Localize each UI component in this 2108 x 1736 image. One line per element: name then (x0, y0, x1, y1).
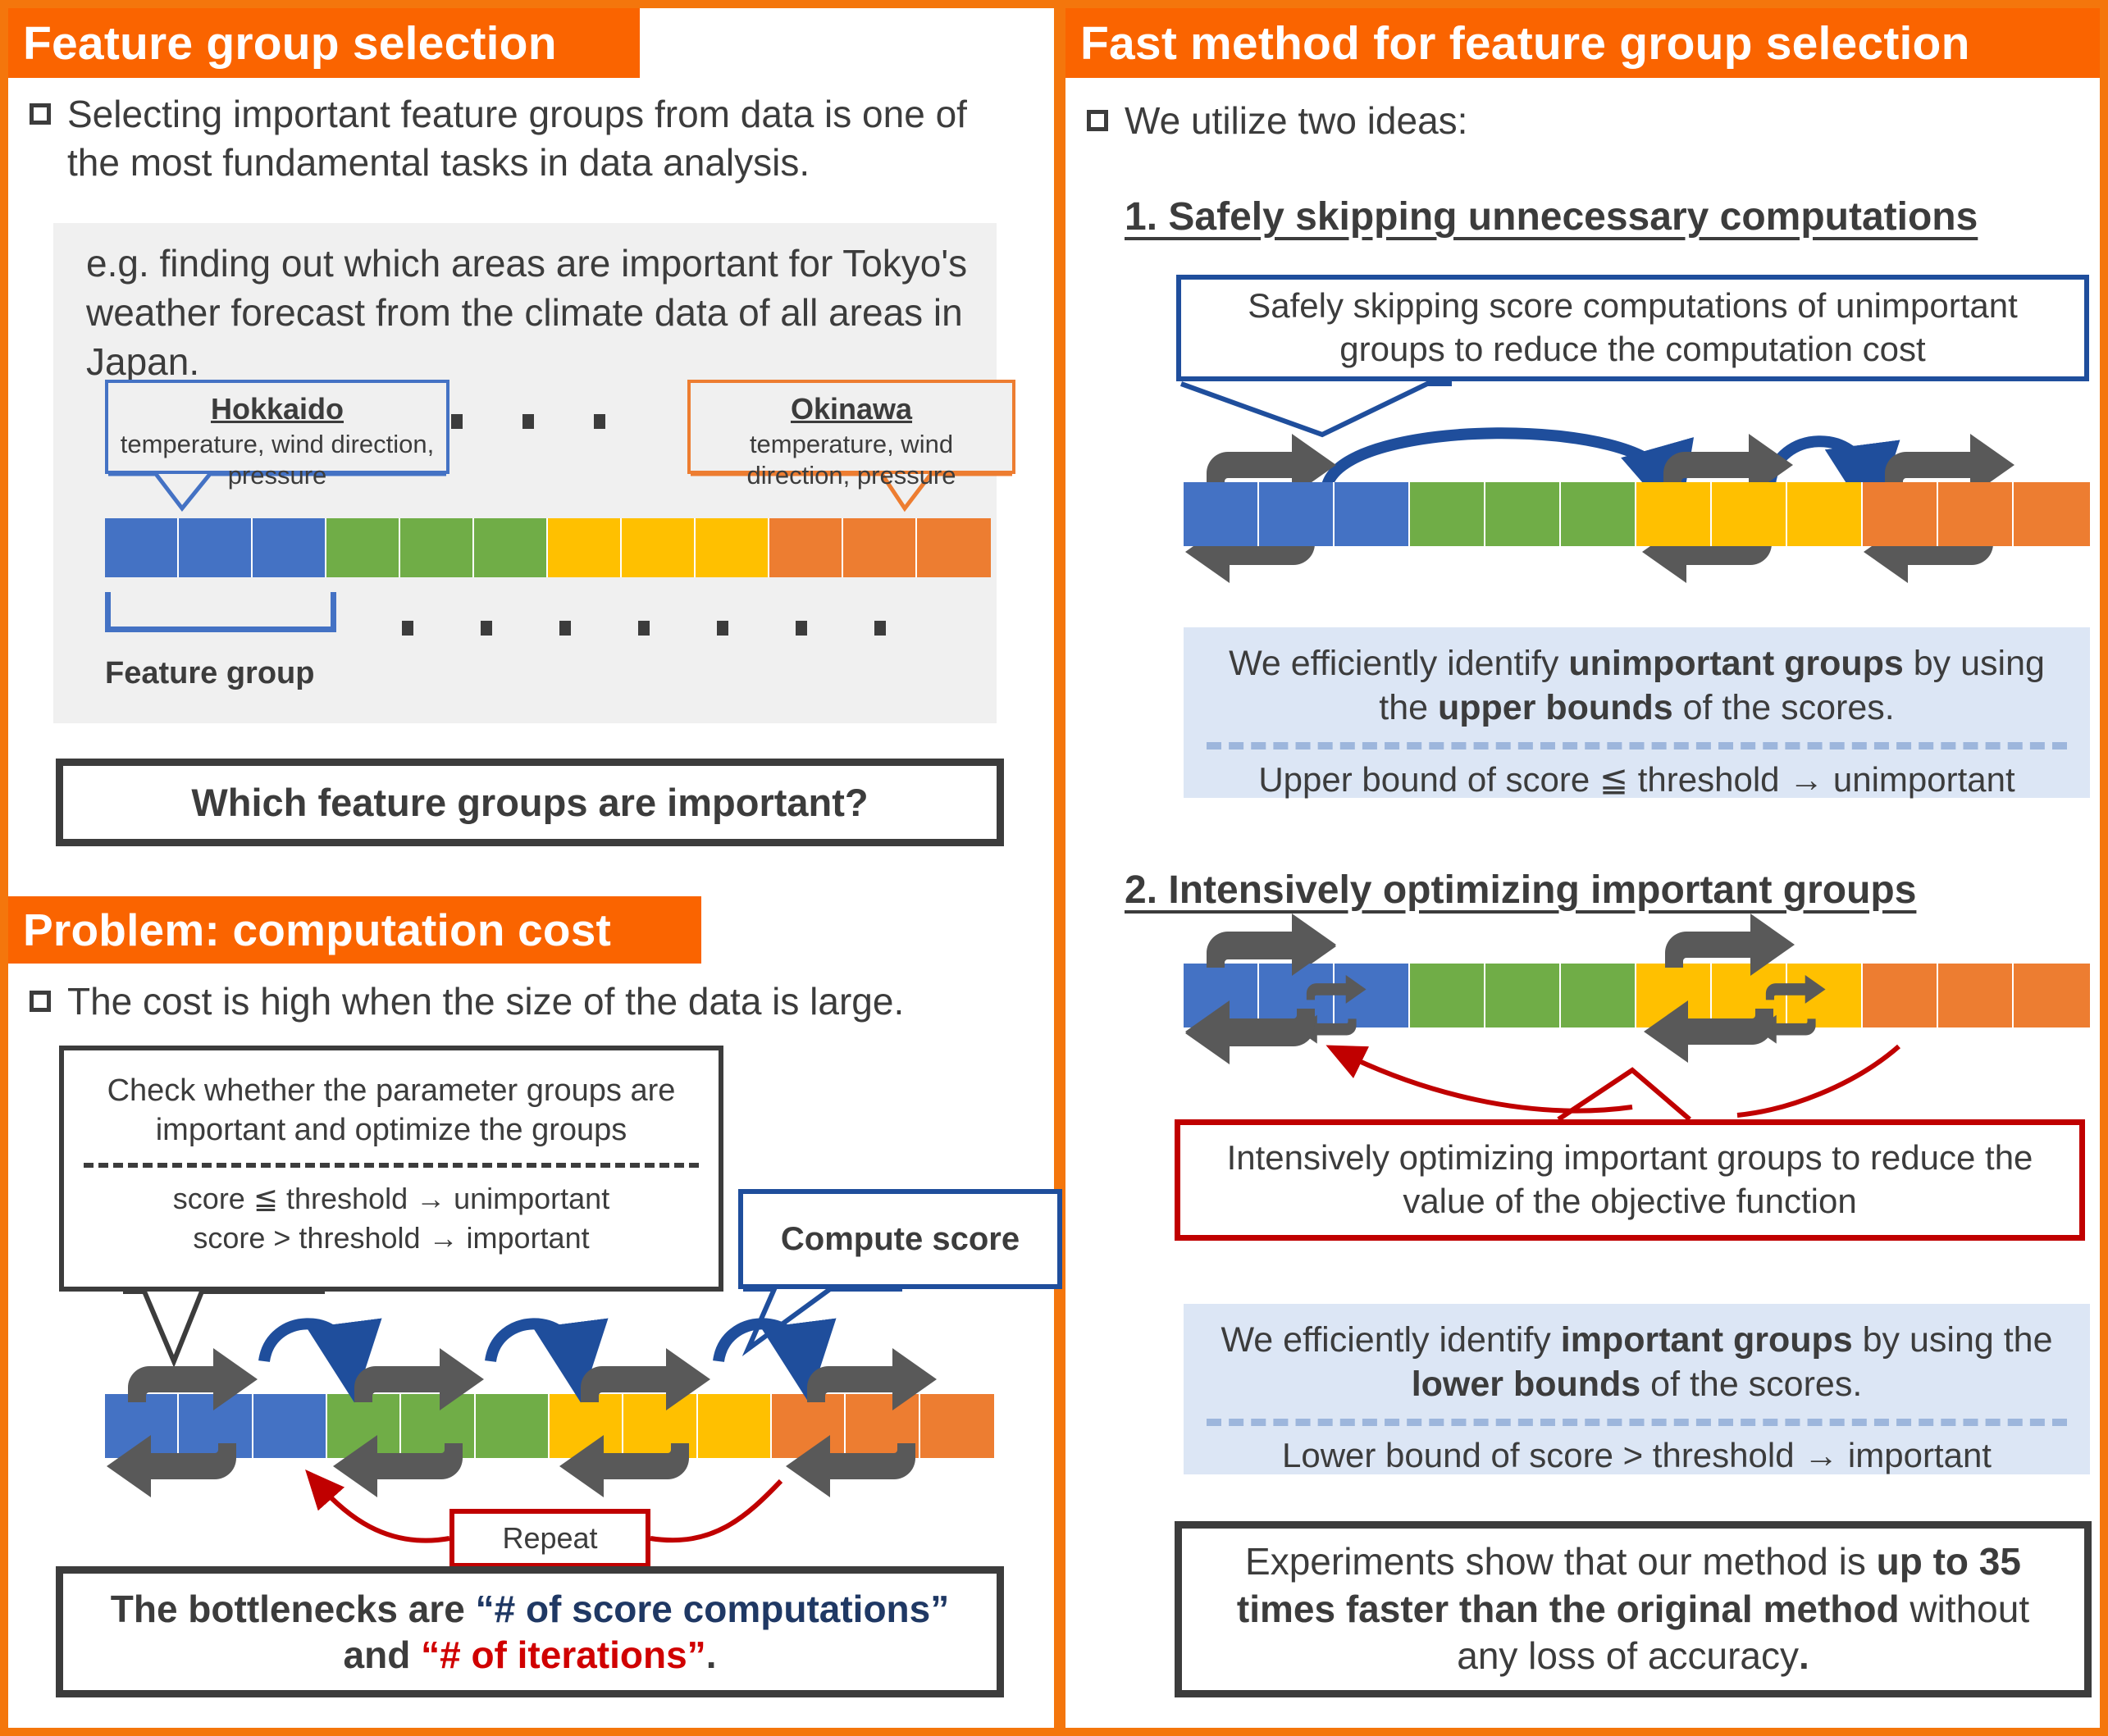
bottleneck-score-computations: “# of score computations” (475, 1587, 950, 1630)
panel-divider (1054, 0, 1065, 1736)
note-intensive-optimizing: Intensively optimizing important groups … (1175, 1119, 2085, 1241)
info-lower-c: by using the (1852, 1320, 2053, 1360)
bottleneck-iterations: “# of iterations” (421, 1633, 706, 1676)
check-callout-box: Check whether the parameter groups are i… (59, 1046, 723, 1292)
info-lower-bounds: We efficiently identify important groups… (1184, 1304, 2090, 1474)
poster-root: Feature group selection Selecting import… (0, 0, 2108, 1736)
bullet-square-icon (30, 103, 51, 125)
info-lower-e: of the scores. (1640, 1364, 1863, 1404)
callout-hokkaido: Hokkaido temperature, wind direction, pr… (105, 380, 449, 490)
info-upper-unimportant-groups: unimportant groups (1568, 644, 1904, 683)
example-text: e.g. finding out which areas are importa… (86, 242, 968, 383)
box-which-groups-important: Which feature groups are important? (56, 759, 1004, 846)
frame-left-border (0, 0, 8, 1736)
box-experiments: Experiments show that our method is up t… (1175, 1521, 2092, 1697)
callout-okinawa: Okinawa temperature, wind direction, pre… (687, 380, 1015, 490)
bullet-cost-text: The cost is high when the size of the da… (67, 980, 905, 1023)
check-callout-rule2: score > threshold → important (193, 1221, 590, 1255)
info-upper-bounds: We efficiently identify unimportant grou… (1184, 627, 2090, 799)
feature-group-brace (105, 592, 336, 632)
info-upper-rule: Upper bound of score ≦ threshold → unimp… (1258, 759, 2015, 799)
info-lower-lower-bounds: lower bounds (1411, 1364, 1641, 1404)
header-feature-group-selection: Feature group selection (8, 8, 640, 78)
bullet-square-icon (30, 991, 51, 1012)
feature-bar-optimize (1184, 964, 2090, 1027)
ellipsis-dots-lower (402, 621, 886, 636)
callout-okinawa-title: Okinawa (790, 392, 913, 426)
ellipsis-dots-middle (451, 414, 605, 429)
frame-right-border (2100, 0, 2108, 1736)
subheading-skipping: 1. Safely skipping unnecessary computati… (1125, 195, 1978, 239)
check-callout-line1: Check whether the parameter groups are i… (107, 1073, 676, 1147)
header-fast-method: Fast method for feature group selection (1065, 8, 2100, 78)
bullet-cost: The cost is high when the size of the da… (30, 977, 1014, 1026)
info-lower-rule: Lower bound of score > threshold → impor… (1282, 1435, 1992, 1474)
experiments-part4: . (1798, 1634, 1809, 1678)
bullet-two-ideas-text: We utilize two ideas: (1125, 99, 1468, 142)
compute-score-callout: Compute score (738, 1189, 1062, 1289)
experiments-part1: Experiments show that our method is (1245, 1540, 1877, 1583)
check-callout-divider (84, 1163, 699, 1168)
callout-hokkaido-title: Hokkaido (210, 392, 344, 426)
feature-group-label: Feature group (105, 656, 315, 690)
repeat-label-box: Repeat (449, 1509, 650, 1568)
bullet-selecting: Selecting important feature groups from … (30, 90, 997, 187)
feature-bar-example (105, 518, 991, 577)
subheading-optimizing: 2. Intensively optimizing important grou… (1125, 868, 1917, 912)
bullet-selecting-text: Selecting important feature groups from … (67, 93, 967, 184)
note-safely-skipping: Safely skipping score computations of un… (1176, 275, 2089, 381)
header-problem-computation-cost: Problem: computation cost (8, 896, 701, 964)
info-upper-upper-bounds: upper bounds (1438, 687, 1673, 727)
info-lower-divider (1207, 1418, 2067, 1426)
check-callout-rule1: score ≦ threshold → unimportant (172, 1182, 610, 1215)
bullet-two-ideas: We utilize two ideas: (1087, 97, 2071, 145)
info-lower-a: We efficiently identify (1221, 1320, 1561, 1360)
callout-hokkaido-body: temperature, wind direction, pressure (120, 429, 435, 490)
feature-bar-problem (105, 1394, 995, 1458)
bottleneck-part1: The bottlenecks are (110, 1587, 476, 1630)
info-upper-a: We efficiently identify (1229, 644, 1569, 683)
bottleneck-part5: . (705, 1633, 717, 1676)
info-upper-e: of the scores. (1672, 687, 1895, 727)
bullet-square-icon (1087, 110, 1108, 131)
info-lower-important-groups: important groups (1560, 1320, 1853, 1360)
box-bottlenecks: The bottlenecks are “# of score computat… (56, 1566, 1004, 1697)
feature-bar-skip (1184, 482, 2090, 546)
info-upper-divider (1207, 741, 2067, 750)
bottleneck-part3: and (343, 1633, 422, 1676)
callout-okinawa-body: temperature, wind direction, pressure (746, 429, 956, 490)
